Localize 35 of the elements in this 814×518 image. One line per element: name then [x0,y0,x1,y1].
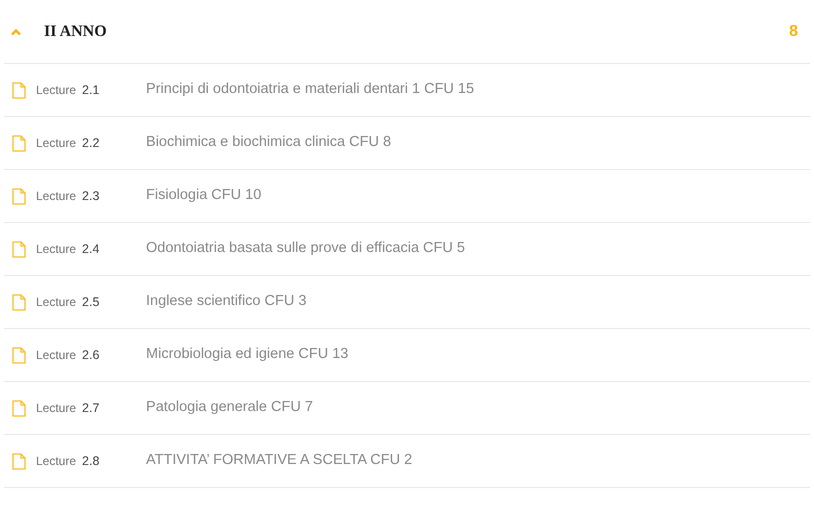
lecture-label: Lecture [36,347,76,364]
lecture-title-link[interactable]: Patologia generale CFU 7 [146,397,313,419]
lecture-label: Lecture [36,188,76,205]
lecture-number: 2.3 [82,188,100,205]
document-icon [12,452,26,470]
lecture-number: 2.5 [82,294,100,311]
lecture-label: Lecture [36,241,76,258]
lecture-label: Lecture [36,294,76,311]
lecture-title-link[interactable]: Biochimica e biochimica clinica CFU 8 [146,132,392,154]
document-icon [12,134,26,152]
lecture-number: 2.4 [82,240,100,258]
section-title: II ANNO [44,22,107,42]
lecture-label: Lecture [36,135,76,152]
lecture-title-link[interactable]: Odontoiatria basata sulle prove di efficacia CFU 5 [146,238,465,260]
lecture-label: Lecture [36,82,76,99]
lecture-title-link[interactable]: Fisiologia CFU 10 [146,185,262,207]
lecture-number: 2.7 [82,400,100,417]
document-icon [12,188,26,204]
chevron-up-icon [10,28,22,36]
document-icon [12,346,26,364]
document-icon [12,82,26,98]
lecture-number: 2.6 [82,346,100,364]
lecture-label: Lecture [36,400,76,417]
document-icon [12,240,26,258]
lecture-count: 8 [789,22,798,42]
lecture-title-link[interactable]: Inglese scientifico CFU 3 [146,291,306,313]
document-icon [12,294,26,310]
lecture-number: 2.1 [82,82,100,99]
lecture-number: 2.8 [82,452,100,470]
lecture-title-link[interactable]: Microbiologia ed igiene CFU 13 [146,344,348,366]
lecture-title-link[interactable]: Principi di odontoiatria e materiali dentari 1 CFU 15 [146,79,474,101]
lecture-number: 2.2 [82,134,100,152]
lecture-title-link[interactable]: ATTIVITA’ FORMATIVE A SCELTA CFU 2 [146,450,412,472]
lecture-label: Lecture [36,453,76,470]
document-icon [12,400,26,416]
